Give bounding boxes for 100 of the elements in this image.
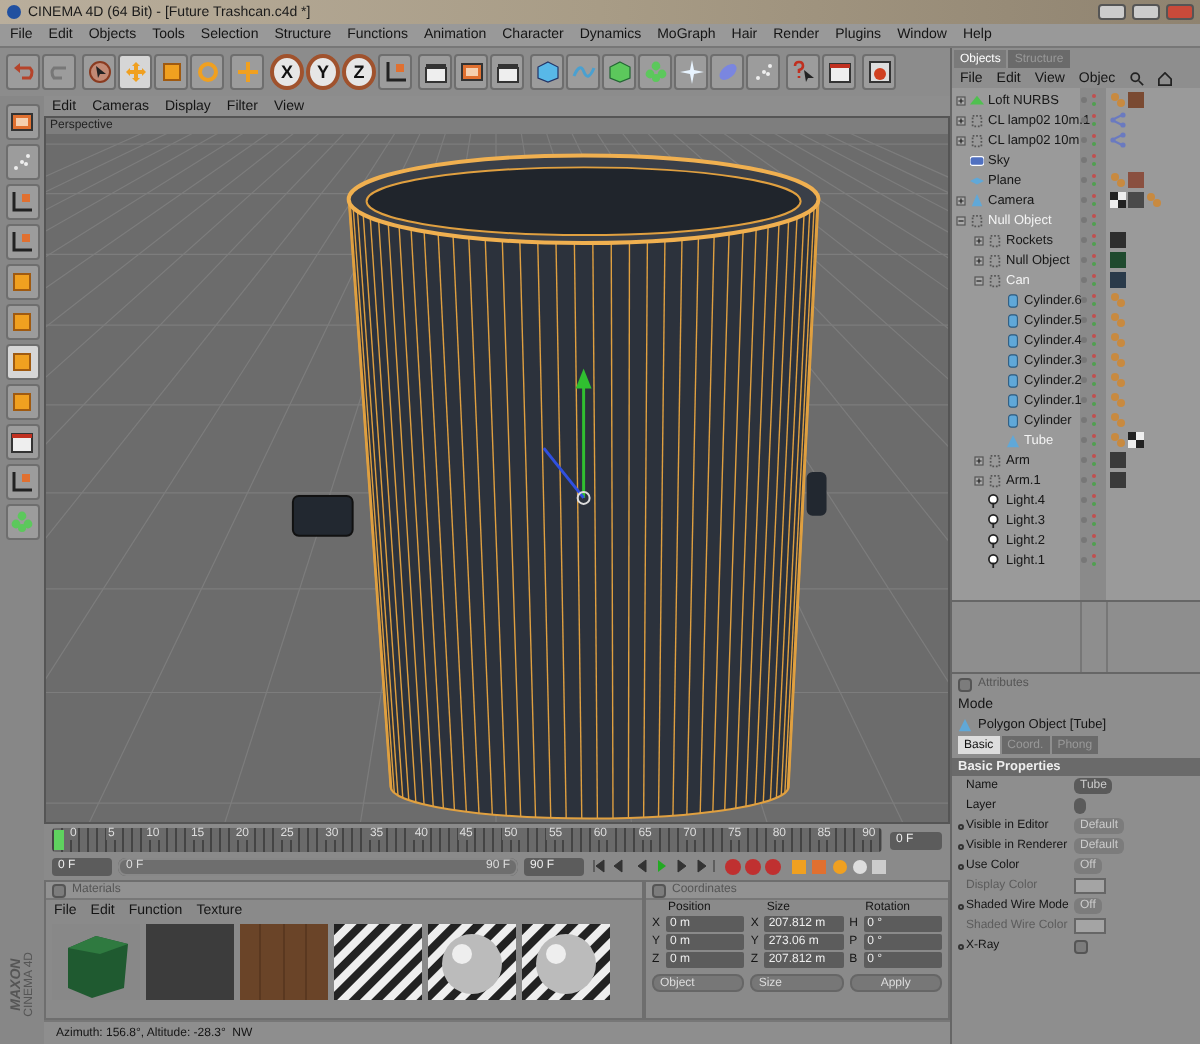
collapse-toggle[interactable]	[974, 275, 984, 285]
key-mode-icons	[790, 857, 890, 875]
visibility-dots-icon	[1080, 492, 1100, 508]
coordinate-axes-icon	[10, 470, 34, 494]
add-button[interactable]	[230, 54, 264, 90]
scale-square-icon	[10, 310, 34, 334]
cursor-tool-button[interactable]	[82, 54, 116, 90]
render-button[interactable]	[490, 54, 524, 90]
expand-toggle[interactable]	[974, 255, 984, 265]
visibility-dots-icon	[1080, 232, 1100, 248]
striped-material-swatch[interactable]	[334, 924, 422, 1000]
maximize-button[interactable]	[1132, 4, 1160, 20]
scale-square-icon	[10, 270, 34, 294]
layout-button[interactable]	[862, 54, 896, 90]
triangle-icon	[958, 717, 972, 731]
spline-swirl-icon	[571, 60, 595, 84]
visibility-dots-icon	[1080, 192, 1100, 208]
visibility-dots-icon	[1080, 552, 1100, 568]
object-tool-button[interactable]	[638, 54, 672, 90]
wood-material-swatch[interactable]	[240, 924, 328, 1000]
search-icon	[1129, 71, 1144, 85]
playhead-marker[interactable]	[54, 830, 64, 850]
expand-toggle[interactable]	[974, 235, 984, 245]
minimize-button[interactable]	[1098, 4, 1126, 20]
ellipse-icon	[715, 60, 739, 84]
home-icon	[1157, 71, 1172, 85]
loft-shape-icon	[970, 93, 984, 107]
visibility-dots-icon	[1080, 252, 1100, 268]
render-window-icon	[459, 60, 483, 84]
mode-button[interactable]	[5, 184, 39, 220]
panel-checkbox[interactable]	[52, 883, 66, 897]
expand-toggle[interactable]	[956, 95, 966, 105]
coordinate-axes-icon	[10, 190, 34, 214]
camera-icon	[970, 193, 984, 207]
clapperboard-icon	[495, 60, 519, 84]
undo-button[interactable]	[6, 54, 40, 90]
ball-cluster-icon	[1146, 192, 1162, 208]
object-tool-button[interactable]	[674, 54, 708, 90]
visibility-dots-icon	[1080, 512, 1100, 528]
visibility-dots-icon	[1080, 372, 1100, 388]
rotate-tool-button[interactable]	[190, 54, 224, 90]
plus-icon	[235, 60, 259, 84]
sphere-material-swatch[interactable]	[522, 924, 610, 1000]
checker-icon	[1110, 192, 1126, 208]
expand-toggle[interactable]	[956, 115, 966, 125]
expand-toggle[interactable]	[974, 455, 984, 465]
move-arrows-icon	[123, 60, 147, 84]
spotlight-icon	[988, 513, 1002, 527]
visibility-dots-icon	[1080, 152, 1100, 168]
visibility-dots-icon	[1080, 452, 1100, 468]
object-tool-button[interactable]	[530, 54, 564, 90]
mode-button[interactable]	[5, 104, 39, 140]
spotlight-icon	[988, 493, 1002, 507]
mode-button[interactable]	[5, 464, 39, 500]
axis-lock-button[interactable]: Y	[306, 54, 340, 90]
script-button[interactable]	[822, 54, 856, 90]
cube-icon	[535, 60, 559, 84]
expand-toggle[interactable]	[956, 135, 966, 145]
flower-icon	[10, 510, 34, 534]
visibility-dots-icon	[1080, 412, 1100, 428]
particles-icon	[751, 60, 775, 84]
expand-toggle[interactable]	[956, 195, 966, 205]
dark-material-swatch[interactable]	[146, 924, 234, 1000]
render-button[interactable]	[454, 54, 488, 90]
flower-icon	[643, 60, 667, 84]
expand-toggle[interactable]	[974, 475, 984, 485]
visibility-dots-icon	[1080, 172, 1100, 188]
help-cursor-icon	[791, 60, 815, 84]
visibility-dots-icon	[1080, 432, 1100, 448]
coordinate-system-button[interactable]	[378, 54, 412, 90]
spotlight-icon	[988, 533, 1002, 547]
star-burst-icon	[679, 60, 703, 84]
sphere-material-swatch[interactable]	[428, 924, 516, 1000]
scale-square-icon	[10, 390, 34, 414]
object-tool-button[interactable]	[746, 54, 780, 90]
object-tool-button[interactable]	[602, 54, 636, 90]
text-field[interactable]	[1074, 798, 1086, 814]
help-button[interactable]	[786, 54, 820, 90]
visibility-dots-icon	[1080, 472, 1100, 488]
axis-gizmo-icon	[542, 368, 592, 505]
panel-checkbox[interactable]	[652, 883, 666, 897]
move-tool-button[interactable]	[118, 54, 152, 90]
visibility-dots-icon	[1080, 312, 1100, 328]
visibility-dots-icon	[1080, 92, 1100, 108]
visibility-dots-icon	[1080, 132, 1100, 148]
scale-tool-button[interactable]	[154, 54, 188, 90]
checkbox[interactable]	[1074, 939, 1088, 953]
visibility-dots-icon	[1080, 352, 1100, 368]
panel-checkbox[interactable]	[958, 677, 972, 691]
coordinate-axes-icon	[383, 60, 407, 84]
collapse-toggle[interactable]	[956, 215, 966, 225]
mode-button[interactable]	[5, 424, 39, 460]
render-button[interactable]	[418, 54, 452, 90]
sky-dome-icon	[970, 153, 984, 167]
scale-square-icon	[159, 60, 183, 84]
mode-button[interactable]	[5, 224, 39, 260]
axis-lock-button[interactable]: Z	[342, 54, 376, 90]
axis-lock-button[interactable]: X	[270, 54, 304, 90]
triangle-icon	[1006, 433, 1020, 447]
nurbs-cube-icon	[607, 60, 631, 84]
